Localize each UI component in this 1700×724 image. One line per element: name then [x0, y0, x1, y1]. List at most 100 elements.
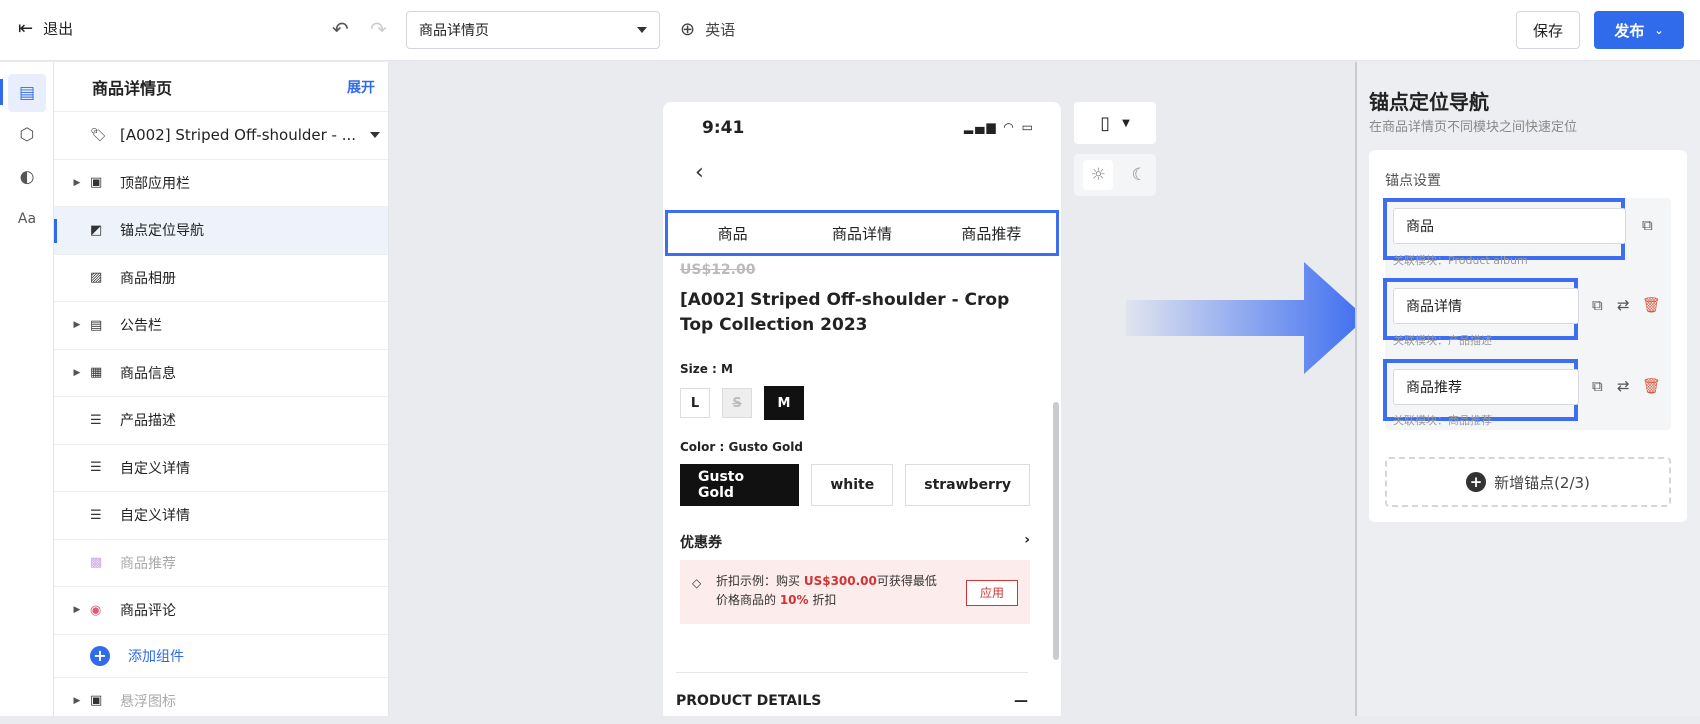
top-bar: ⇤ 退出 ↶ ↷ 商品详情页 ⊕ 英语 保存 发布 ⌄ — [0, 0, 1700, 61]
coupon-card: ◇ 折扣示例：购买 US$300.00可获得最低 价格商品的 10% 折扣 应用 — [680, 560, 1030, 624]
expand-button[interactable]: 展开 — [347, 77, 375, 97]
language-selector[interactable]: ⊕ 英语 — [680, 19, 735, 40]
add-component-label: 添加组件 — [128, 646, 184, 666]
color-option[interactable]: Gusto Gold — [680, 464, 799, 506]
tree-item-gallery[interactable]: ▨ 商品相册 — [54, 255, 388, 303]
image-icon: ▨ — [90, 270, 112, 285]
tree-item-floating-icon[interactable]: ▶ ▣ 悬浮图标 — [54, 677, 388, 724]
page-select[interactable]: 商品详情页 — [406, 11, 660, 49]
color-option[interactable]: strawberry — [905, 464, 1030, 506]
tree-item-custom-detail[interactable]: ☰ 自定义详情 — [54, 492, 388, 540]
info-icon: ▦ — [90, 365, 112, 380]
back-icon[interactable]: ‹ — [695, 160, 704, 185]
trash-icon[interactable]: 🗑 — [1642, 377, 1661, 395]
chevron-down-icon — [637, 27, 647, 33]
anchor-tab[interactable]: 商品 — [668, 213, 797, 253]
anchor-name-input[interactable]: 商品详情 — [1393, 288, 1579, 324]
palette-icon[interactable]: ◐ — [8, 158, 46, 196]
add-anchor-label: 新增锚点(2/3) — [1494, 472, 1590, 493]
tree-item-top-app-bar[interactable]: ▶ ▣ 顶部应用栏 — [54, 160, 388, 208]
product-details-section[interactable]: PRODUCT DETAILS — — [676, 672, 1028, 709]
size-option[interactable]: S — [722, 388, 752, 418]
tree-item-recommendation[interactable]: ▩ 商品推荐 — [54, 540, 388, 588]
tree-item-announcement[interactable]: ▶ ▤ 公告栏 — [54, 302, 388, 350]
typography-icon[interactable]: Aa — [8, 200, 46, 238]
announcement-icon: ▤ — [90, 318, 112, 333]
tree-item-anchor-nav[interactable]: ◩ 锚点定位导航 — [54, 207, 388, 255]
moon-icon[interactable]: ☾ — [1132, 165, 1147, 185]
size-option[interactable]: L — [680, 388, 710, 418]
swap-icon[interactable]: ⇄ — [1617, 296, 1630, 314]
app-bar-icon: ▣ — [90, 175, 112, 190]
tree-item-label: 商品信息 — [120, 363, 176, 383]
anchor-settings-title: 锚点设置 — [1385, 170, 1441, 190]
status-time: 9:41 — [702, 118, 744, 138]
trash-icon[interactable]: 🗑 — [1642, 296, 1661, 314]
linked-module: 关联模块：商品推荐 — [1393, 412, 1492, 428]
expand-arrow-icon[interactable]: ▶ — [64, 320, 90, 330]
settings-panel: 锚点定位导航 在商品详情页不同模块之间快速定位 锚点设置 商品 ⧉ 关联模块：P… — [1355, 62, 1700, 716]
document-icon: ☰ — [90, 460, 112, 475]
product-title: [A002] Striped Off-shoulder - Crop Top C… — [680, 288, 1030, 338]
translate-icon[interactable]: ⧉ — [1592, 377, 1603, 395]
chevron-down-icon: ⌄ — [1654, 24, 1663, 37]
signal-wifi-battery-icon: ▂▄▆ ◠ ▭ — [964, 120, 1035, 134]
size-options: L S M — [680, 388, 1030, 420]
tree-title: 商品详情页 — [92, 75, 172, 99]
tree-item-label: 自定义详情 — [120, 505, 190, 525]
publish-button[interactable]: 发布 ⌄ — [1594, 11, 1684, 49]
mobile-icon: ▯ — [1100, 113, 1110, 134]
size-option[interactable]: M — [764, 386, 804, 420]
exit-button[interactable]: ⇤ 退出 — [18, 18, 73, 39]
tree-item-description[interactable]: ☰ 产品描述 — [54, 397, 388, 445]
publish-label: 发布 — [1614, 20, 1644, 41]
theme-switcher: ☼ ☾ — [1074, 154, 1156, 196]
coupon-title: 优惠券 — [680, 532, 722, 552]
layout-icon[interactable]: ▤ — [8, 74, 46, 112]
status-bar: 9:41 ▂▄▆ ◠ ▭ — [663, 102, 1061, 150]
anchor-nav-icon: ◩ — [90, 223, 112, 238]
anchor-tab[interactable]: 商品详情 — [797, 213, 926, 253]
rail-active-indicator — [0, 79, 3, 105]
anchor-name-input[interactable]: 商品 — [1393, 208, 1626, 244]
chevron-down-icon[interactable] — [370, 132, 380, 138]
plus-icon: + — [1466, 472, 1486, 492]
apply-button[interactable]: 应用 — [966, 580, 1018, 606]
tree-item-label: [A002] Striped Off-shoulder - ... — [120, 126, 356, 144]
save-button[interactable]: 保存 — [1516, 11, 1580, 49]
page-select-value: 商品详情页 — [419, 20, 489, 40]
anchor-tab[interactable]: 商品推荐 — [927, 213, 1056, 253]
swap-icon[interactable]: ⇄ — [1617, 377, 1630, 395]
globe-icon: ⊕ — [680, 19, 695, 40]
language-label: 英语 — [705, 19, 735, 40]
left-rail: ▤ ⬡ ◐ Aa — [0, 62, 54, 716]
chevron-down-icon: ▼ — [1122, 118, 1130, 129]
expand-arrow-icon[interactable]: ▶ — [64, 696, 90, 706]
tree-item-product-info[interactable]: ▶ ▦ 商品信息 — [54, 350, 388, 398]
translate-icon[interactable]: ⧉ — [1592, 296, 1603, 314]
settings-icon[interactable]: ⬡ — [8, 116, 46, 154]
tree-item-reviews[interactable]: ▶ ◉ 商品评论 — [54, 587, 388, 635]
expand-arrow-icon[interactable]: ▶ — [64, 368, 90, 378]
old-price: US$12.00 — [680, 262, 1030, 278]
tree-item-label: 产品描述 — [120, 410, 176, 430]
sun-icon[interactable]: ☼ — [1083, 160, 1113, 190]
redo-icon[interactable]: ↷ — [370, 17, 387, 41]
translate-icon[interactable]: ⧉ — [1642, 216, 1653, 234]
tree-item-label: 锚点定位导航 — [120, 220, 204, 240]
anchor-name-input[interactable]: 商品推荐 — [1393, 369, 1579, 405]
tree-item-label: 悬浮图标 — [120, 691, 176, 711]
scrollbar[interactable] — [1053, 402, 1059, 660]
size-label: Size : M — [680, 362, 1030, 376]
coupon-header[interactable]: 优惠券 › — [680, 532, 1030, 552]
panel-description: 在商品详情页不同模块之间快速定位 — [1369, 116, 1577, 135]
expand-arrow-icon[interactable]: ▶ — [64, 605, 90, 615]
color-option[interactable]: white — [811, 464, 893, 506]
tree-item-product-select[interactable]: 🏷 [A002] Striped Off-shoulder - ... — [54, 112, 388, 160]
tree-item-custom-detail[interactable]: ☰ 自定义详情 — [54, 445, 388, 493]
expand-arrow-icon[interactable]: ▶ — [64, 178, 90, 188]
device-switcher[interactable]: ▯ ▼ — [1074, 102, 1156, 144]
add-anchor-button[interactable]: + 新增锚点(2/3) — [1385, 457, 1671, 507]
undo-icon[interactable]: ↶ — [332, 17, 349, 41]
add-component-button[interactable]: + 添加组件 — [54, 635, 388, 677]
